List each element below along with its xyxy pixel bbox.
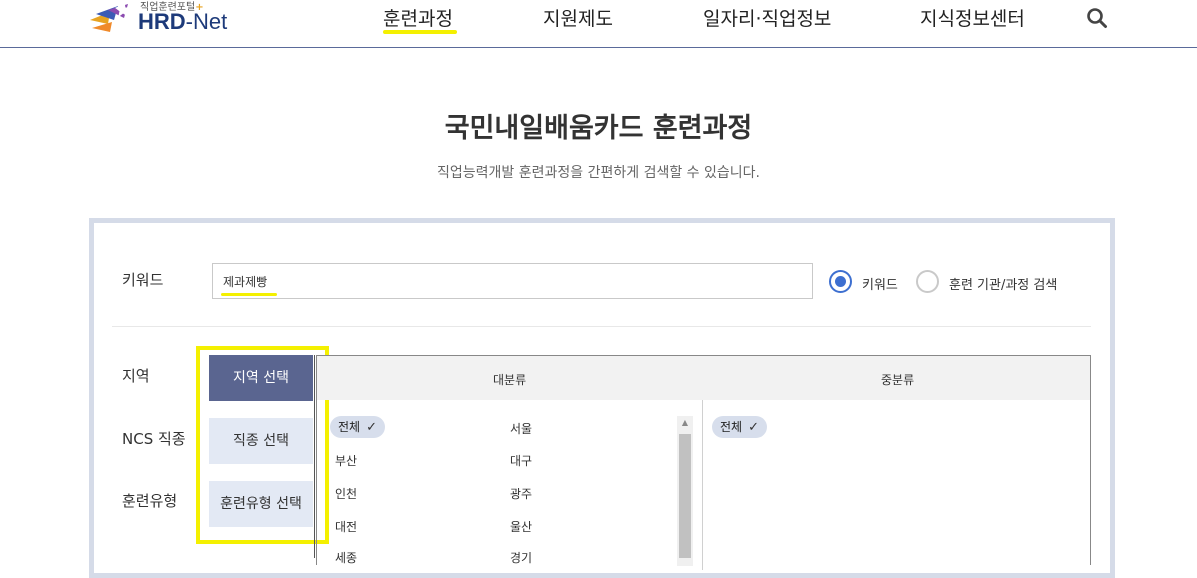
- training-type-label: 훈련유형: [122, 492, 178, 510]
- region-item[interactable]: 서울: [510, 420, 532, 437]
- region-item[interactable]: 부산: [335, 452, 357, 469]
- radio-institution-label[interactable]: 훈련 기관/과정 검색: [949, 274, 1057, 293]
- minor-chip-all[interactable]: 전체 ✓: [712, 416, 767, 438]
- nav-training-courses[interactable]: 훈련과정: [383, 4, 453, 31]
- site-header: 직업훈련포털+ HRD-Net 훈련과정 지원제도 일자리·직업정보 지식정보센…: [0, 0, 1197, 48]
- column-separator: [702, 400, 703, 570]
- logo-wordmark: HRD-Net: [138, 9, 228, 34]
- region-item[interactable]: 광주: [510, 485, 532, 502]
- scroll-up-arrow-icon[interactable]: ▲: [677, 416, 693, 430]
- search-icon[interactable]: [1086, 7, 1108, 29]
- category-table: 대분류 중분류: [316, 355, 1091, 570]
- filter-buttons-highlight: [196, 346, 329, 544]
- page-title: 국민내일배움카드 훈련과정: [444, 113, 753, 144]
- nav-support-system[interactable]: 지원제도: [543, 4, 613, 31]
- nav-knowledge-center[interactable]: 지식정보센터: [920, 4, 1025, 31]
- logo-mark-icon: [90, 2, 132, 32]
- region-item[interactable]: 울산: [510, 518, 532, 535]
- major-category-header: 대분류: [493, 373, 527, 387]
- region-chip-all[interactable]: 전체 ✓: [330, 416, 385, 438]
- check-icon: ✓: [366, 420, 377, 435]
- radio-institution[interactable]: [916, 270, 939, 293]
- keyword-label: 키워드: [122, 271, 164, 289]
- panel-divider: [112, 326, 1091, 327]
- scroll-thumb[interactable]: [679, 434, 691, 558]
- minor-category-header: 중분류: [881, 373, 915, 387]
- radio-keyword-label[interactable]: 키워드: [862, 274, 898, 293]
- keyword-input[interactable]: [212, 263, 813, 299]
- page-subtitle: 직업능력개발 훈련과정을 간편하게 검색할 수 있습니다.: [437, 165, 760, 181]
- hrd-net-logo[interactable]: 직업훈련포털+ HRD-Net: [88, 0, 248, 40]
- chip-label: 전체: [720, 420, 743, 434]
- region-item[interactable]: 인천: [335, 485, 357, 502]
- chip-label: 전체: [338, 420, 361, 434]
- region-list-scrollbar[interactable]: ▲: [677, 416, 693, 566]
- region-item[interactable]: 대구: [510, 452, 532, 469]
- filter-divider: [314, 355, 315, 558]
- ncs-label: NCS 직종: [122, 430, 186, 448]
- region-label: 지역: [122, 367, 150, 385]
- keyword-highlight-underline: [221, 293, 277, 296]
- nav-job-info[interactable]: 일자리·직업정보: [703, 4, 831, 31]
- nav-active-underline: [383, 30, 457, 34]
- check-icon: ✓: [748, 420, 759, 435]
- region-item[interactable]: 대전: [335, 518, 357, 535]
- category-header: 대분류 중분류: [317, 356, 1090, 400]
- radio-keyword[interactable]: [829, 270, 852, 293]
